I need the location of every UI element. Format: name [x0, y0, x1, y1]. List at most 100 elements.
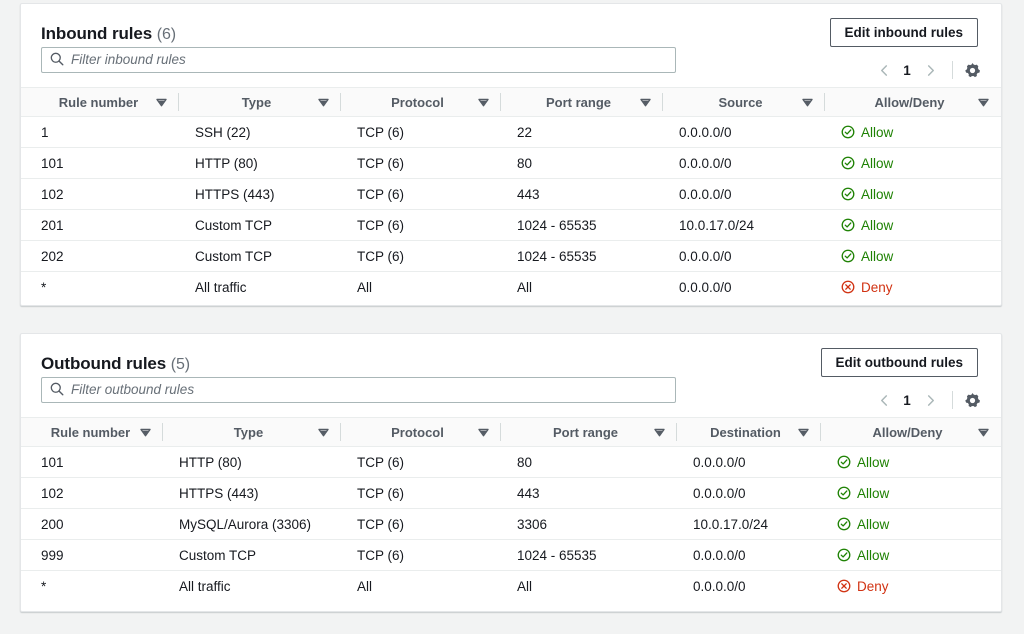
search-icon [50, 52, 64, 69]
table-row: * All traffic All All 0.0.0.0/0 Deny [21, 272, 1001, 303]
column-header-type[interactable]: Type [163, 417, 341, 447]
rule-number-cell: 101 [21, 147, 179, 179]
check-circle-icon [837, 455, 851, 469]
gear-icon[interactable] [961, 389, 983, 411]
inbound-page-title: Inbound rules (6) [41, 24, 176, 44]
status-badge-label: Allow [857, 516, 890, 532]
rule-number-cell: 201 [21, 209, 179, 241]
allow-deny-cell: Deny [821, 571, 1001, 602]
sort-descending-icon[interactable] [802, 94, 813, 110]
table-row: 202 Custom TCP TCP (6) 1024 - 65535 0.0.0.0/… [21, 240, 1001, 272]
type-cell: Custom TCP [179, 209, 341, 241]
sort-descending-icon[interactable] [640, 94, 651, 110]
status-badge-label: Allow [861, 124, 894, 140]
protocol-cell: TCP (6) [341, 116, 501, 148]
sort-descending-icon[interactable] [478, 94, 489, 110]
rule-number-cell: * [41, 279, 47, 295]
address-cell: 0.0.0.0/0 [663, 240, 825, 272]
protocol-cell: TCP (6) [341, 240, 501, 272]
page-number-1[interactable]: 1 [896, 63, 918, 78]
protocol-cell: TCP (6) [341, 147, 501, 179]
column-header-port-range[interactable]: Port range [501, 417, 677, 447]
pagination-divider [952, 391, 953, 409]
column-header-rule-number[interactable]: Rule number [21, 87, 179, 117]
next-page-icon[interactable] [918, 388, 942, 412]
status-badge-label: Allow [857, 485, 890, 501]
column-header-label: Protocol [391, 424, 444, 440]
rule-number-cell: 102 [21, 178, 179, 210]
port-range-cell: 443 [501, 477, 677, 509]
column-header-port-range[interactable]: Port range [501, 87, 663, 117]
column-header-allow-deny[interactable]: Allow/Deny [825, 87, 1001, 117]
outbound-filter-input[interactable]: Filter outbound rules [41, 377, 676, 403]
type-cell: Custom TCP [163, 539, 341, 571]
sort-descending-icon[interactable] [654, 424, 665, 440]
status-badge: Allow [841, 249, 1001, 264]
status-badge: Allow [841, 187, 1001, 202]
type-cell: HTTPS (443) [163, 477, 341, 509]
rule-number-cell: 1 [21, 116, 179, 148]
next-page-icon[interactable] [918, 58, 942, 82]
check-circle-icon [841, 156, 855, 170]
sort-descending-icon[interactable] [156, 94, 167, 110]
status-badge: Allow [837, 517, 1001, 532]
table-row: 1 SSH (22) TCP (6) 22 0.0.0.0/0 Allow [21, 116, 1001, 148]
port-range-cell: All [517, 279, 533, 295]
status-badge: Allow [841, 125, 1001, 140]
gear-icon[interactable] [961, 59, 983, 81]
sort-descending-icon[interactable] [478, 424, 489, 440]
sort-descending-icon[interactable] [140, 424, 151, 440]
previous-page-icon[interactable] [872, 388, 896, 412]
outbound-card-header: Outbound rules (5) Filter outbound rules… [21, 334, 1001, 417]
sort-descending-icon[interactable] [318, 424, 329, 440]
edit-inbound-rules-button[interactable]: Edit inbound rules [829, 18, 978, 47]
allow-deny-cell: Allow [821, 508, 1001, 540]
protocol-cell: TCP (6) [341, 508, 501, 540]
address-cell: 0.0.0.0/0 [677, 446, 821, 478]
table-row: 999 Custom TCP TCP (6) 1024 - 65535 0.0.0.0/… [21, 539, 1001, 571]
type-cell: HTTP (80) [179, 147, 341, 179]
network-acl-rules-page: Inbound rules (6) Filter inbound rules E… [0, 0, 1024, 634]
page-number-1[interactable]: 1 [896, 393, 918, 408]
column-header-label: Port range [545, 94, 611, 110]
status-badge-label: Allow [861, 248, 894, 264]
check-circle-icon [837, 486, 851, 500]
inbound-filter-input[interactable]: Filter inbound rules [41, 47, 676, 73]
rule-number-cell: 202 [21, 240, 179, 272]
allow-deny-cell: Allow [825, 178, 1001, 210]
sort-descending-icon[interactable] [978, 94, 989, 110]
inbound-table-header-row: Rule number Type Protocol Port range Sou… [21, 87, 1001, 117]
column-header-label: Allow/Deny [872, 424, 943, 440]
outbound-title-text: Outbound rules [41, 354, 167, 373]
outbound-page-title: Outbound rules (5) [41, 354, 190, 374]
table-row: * All traffic All All 0.0.0.0/0 Deny [21, 571, 1001, 602]
check-circle-icon [841, 249, 855, 263]
sort-descending-icon[interactable] [798, 424, 809, 440]
column-header-allow-deny[interactable]: Allow/Deny [821, 417, 1001, 447]
column-header-type[interactable]: Type [179, 87, 341, 117]
status-badge: Deny [841, 280, 1001, 295]
column-header-label: Allow/Deny [874, 94, 945, 110]
edit-outbound-rules-button[interactable]: Edit outbound rules [820, 348, 978, 377]
column-header-protocol[interactable]: Protocol [341, 87, 501, 117]
inbound-table-body: 1 SSH (22) TCP (6) 22 0.0.0.0/0 Allow 101 HTTP … [21, 116, 1001, 303]
column-header-source[interactable]: Source [663, 87, 825, 117]
sort-descending-icon[interactable] [978, 424, 989, 440]
inbound-rule-count: (6) [156, 26, 176, 43]
address-cell: 0.0.0.0/0 [663, 116, 825, 148]
allow-deny-cell: Allow [825, 240, 1001, 272]
column-header-rule-number[interactable]: Rule number [21, 417, 163, 447]
rule-number-cell: 200 [21, 508, 163, 540]
protocol-cell: All [357, 578, 373, 594]
column-header-label: Type [233, 424, 264, 440]
column-header-destination[interactable]: Destination [677, 417, 821, 447]
address-cell: 0.0.0.0/0 [663, 147, 825, 179]
column-header-protocol[interactable]: Protocol [341, 417, 501, 447]
port-range-cell: 443 [501, 178, 663, 210]
inbound-rules-table: Rule number Type Protocol Port range Sou… [21, 87, 1001, 302]
previous-page-icon[interactable] [872, 58, 896, 82]
sort-descending-icon[interactable] [318, 94, 329, 110]
protocol-cell: TCP (6) [341, 539, 501, 571]
table-row: 200 MySQL/Aurora (3306) TCP (6) 3306 10.0.17… [21, 508, 1001, 540]
type-cell: All traffic [195, 279, 247, 295]
